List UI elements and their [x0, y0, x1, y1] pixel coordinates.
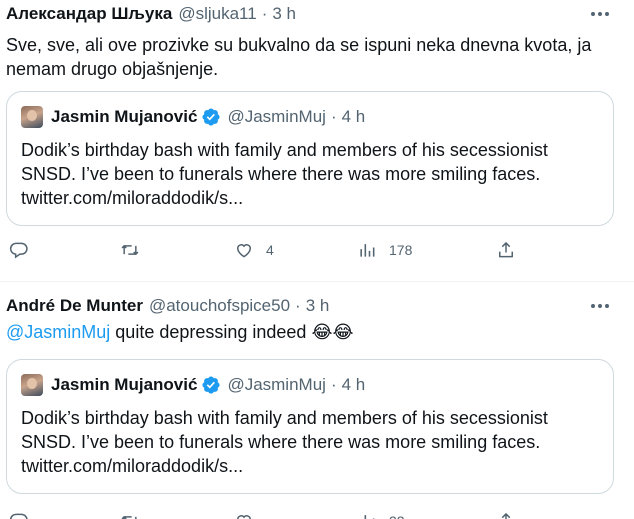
quoted-tweet-header: Jasmin Mujanović @JasminMuj · 4 h: [21, 374, 365, 396]
quoted-tweet[interactable]: Jasmin Mujanović @JasminMuj · 4 h Dodik’…: [6, 359, 614, 494]
verified-badge-icon: [202, 376, 220, 394]
like-button[interactable]: [234, 511, 254, 519]
views-count: 178: [389, 242, 413, 258]
tweet-time[interactable]: 3 h: [272, 4, 296, 24]
quoted-tweet-header: Jasmin Mujanović @JasminMuj · 4 h: [21, 106, 365, 128]
author-handle[interactable]: @atouchofspice50: [149, 296, 290, 316]
separator-dot: ·: [261, 4, 268, 23]
tweet[interactable]: Александар Шљука @sljuka11 · 3 h Sve, sv…: [0, 0, 634, 282]
quoted-text-line: Dodik’s birthday bash with family and me…: [21, 140, 548, 160]
views-button[interactable]: 22: [357, 511, 405, 519]
quoted-tweet-time: 4 h: [341, 107, 366, 126]
quoted-link[interactable]: twitter.com/miloraddodik/s...: [21, 186, 599, 210]
quoted-author-handle: @JasminMuj: [227, 375, 326, 394]
quoted-tweet-time: 4 h: [341, 375, 366, 394]
reply-button[interactable]: [9, 511, 29, 519]
retweet-icon: [121, 516, 137, 519]
quoted-text-line: SNSD. I’ve been to funerals where there …: [21, 432, 541, 452]
verified-badge-icon: [202, 108, 220, 126]
share-button[interactable]: [496, 240, 516, 260]
tweet-actions: 22: [0, 511, 634, 519]
tweet-time[interactable]: 3 h: [306, 296, 330, 316]
quoted-author-name: Jasmin Mujanović: [51, 107, 198, 126]
like-count: 4: [266, 242, 274, 258]
tweet-actions: 4 178: [0, 240, 634, 264]
quoted-tweet-text: Dodik’s birthday bash with family and me…: [21, 138, 599, 210]
tweet-divider: [0, 281, 634, 282]
quoted-tweet[interactable]: Jasmin Mujanović @JasminMuj · 4 h Dodik’…: [6, 91, 614, 226]
mention-link[interactable]: @JasminMuj: [6, 322, 110, 342]
quoted-text-line: SNSD. I’ve been to funerals where there …: [21, 164, 541, 184]
like-button[interactable]: 4: [234, 240, 274, 260]
more-icon[interactable]: [588, 4, 612, 24]
share-icon: [499, 242, 513, 258]
avatar[interactable]: [21, 374, 43, 396]
tweet-text-line: Sve, sve, ali ove prozivke su bukvalno d…: [6, 35, 592, 55]
author-name[interactable]: André De Munter: [6, 296, 143, 316]
quoted-author-handle: @JasminMuj: [227, 107, 326, 126]
reply-button[interactable]: [9, 240, 29, 260]
separator-dot: ·: [330, 107, 337, 126]
reply-icon: [9, 242, 28, 259]
author-handle[interactable]: @sljuka11: [178, 4, 256, 24]
heart-icon: [237, 515, 251, 519]
share-button[interactable]: [496, 511, 516, 519]
retweet-icon: [121, 245, 139, 255]
tweet-text-line: nemam drugo objašnjenje.: [6, 59, 219, 79]
separator-dot: ·: [330, 375, 337, 394]
reply-icon: [10, 513, 28, 519]
quoted-text-line: Dodik’s birthday bash with family and me…: [21, 408, 548, 428]
tweet[interactable]: André De Munter @atouchofspice50 · 3 h @…: [0, 292, 634, 519]
author-name[interactable]: Александар Шљука: [6, 4, 172, 24]
quoted-author-name: Jasmin Mujanović: [51, 375, 198, 394]
retweet-button[interactable]: [120, 511, 140, 519]
tweet-text: @JasminMuj quite depressing indeed 😂😂: [6, 320, 614, 344]
views-button[interactable]: 178: [357, 240, 412, 260]
quoted-link[interactable]: twitter.com/miloraddodik/s...: [21, 454, 599, 478]
views-icon: [364, 515, 375, 519]
tweet-text-body: quite depressing indeed 😂😂: [110, 322, 354, 342]
separator-dot: ·: [295, 296, 301, 315]
retweet-button[interactable]: [120, 240, 140, 260]
tweet-header: André De Munter @atouchofspice50 · 3 h: [6, 296, 329, 316]
avatar[interactable]: [21, 106, 43, 128]
more-icon[interactable]: [588, 296, 612, 316]
heart-icon: [236, 244, 252, 258]
share-icon: [501, 513, 511, 519]
tweet-text: Sve, sve, ali ove prozivke su bukvalno d…: [6, 33, 614, 81]
views-icon: [360, 244, 375, 257]
views-count: 22: [389, 513, 405, 519]
tweet-header: Александар Шљука @sljuka11 · 3 h: [6, 4, 296, 24]
quoted-tweet-text: Dodik’s birthday bash with family and me…: [21, 406, 599, 478]
